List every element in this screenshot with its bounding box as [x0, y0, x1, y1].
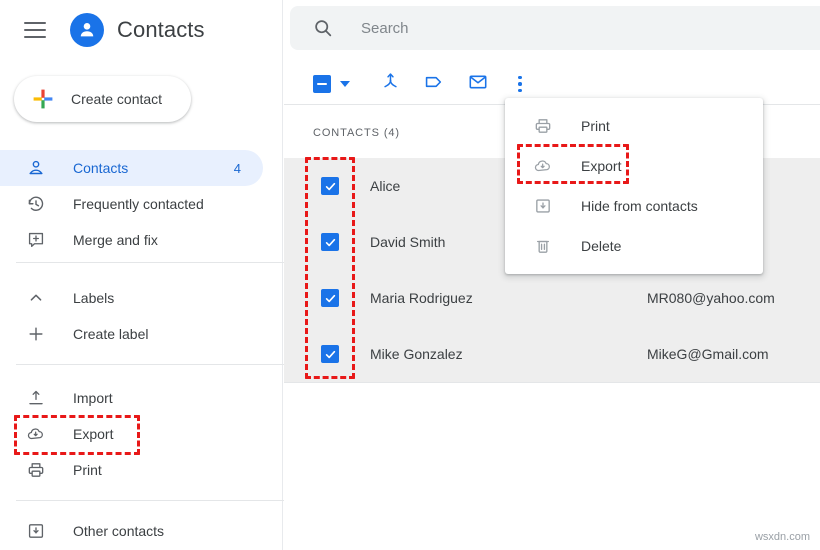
- hide-from-contacts-icon: [533, 196, 553, 216]
- sidebar-item-label: Import: [73, 390, 113, 406]
- sidebar-item-label: Print: [73, 462, 102, 478]
- menu-item-label: Print: [581, 118, 610, 134]
- menu-item-label: Delete: [581, 238, 621, 254]
- menu-item-print[interactable]: Print: [505, 106, 763, 146]
- send-email-button[interactable]: [467, 71, 489, 98]
- import-upload-icon: [26, 388, 46, 408]
- export-cloud-download-icon: [533, 156, 553, 176]
- sidebar-item-contacts[interactable]: Contacts 4: [0, 150, 263, 186]
- sidebar-group-tools: Import Export: [0, 380, 283, 488]
- row-checkbox-checked[interactable]: [321, 177, 339, 195]
- more-actions-menu: Print Export Hide from c: [505, 98, 763, 274]
- row-checkbox-checked[interactable]: [321, 345, 339, 363]
- list-bottom-divider: [284, 382, 820, 383]
- table-row[interactable]: Mike Gonzalez MikeG@Gmail.com: [284, 326, 820, 382]
- sidebar-item-label: Labels: [73, 290, 114, 306]
- select-all-checkbox[interactable]: [313, 75, 331, 93]
- contacts-count-badge: 4: [234, 161, 241, 176]
- hamburger-menu-icon[interactable]: [22, 17, 48, 43]
- indeterminate-checkbox-icon: [313, 75, 331, 93]
- printer-icon: [26, 460, 46, 480]
- sidebar: Contacts Create contact: [0, 0, 283, 550]
- sidebar-item-merge-and-fix[interactable]: Merge and fix: [0, 222, 263, 258]
- menu-item-label: Export: [581, 158, 621, 174]
- search-placeholder: Search: [361, 20, 409, 37]
- contact-email: MR080@yahoo.com: [647, 290, 775, 306]
- sidebar-header: Contacts: [0, 0, 282, 60]
- sidebar-item-create-label[interactable]: Create label: [0, 316, 263, 352]
- email-envelope-icon: [467, 71, 489, 98]
- export-cloud-download-icon: [26, 424, 46, 444]
- chevron-up-icon: [26, 288, 46, 308]
- printer-icon: [533, 116, 553, 136]
- sidebar-group-other: Other contacts: [0, 513, 283, 549]
- more-vertical-icon[interactable]: [511, 74, 529, 94]
- contact-name: Alice: [370, 178, 400, 194]
- menu-item-export[interactable]: Export: [505, 146, 763, 186]
- contact-name: David Smith: [370, 234, 445, 250]
- main-content: Search: [284, 0, 820, 550]
- manage-labels-button[interactable]: [423, 71, 445, 98]
- sidebar-divider-1: [16, 262, 299, 263]
- other-contacts-icon: [26, 521, 46, 541]
- merge-button[interactable]: [380, 71, 401, 97]
- sidebar-item-frequently-contacted[interactable]: Frequently contacted: [0, 186, 263, 222]
- menu-item-delete[interactable]: Delete: [505, 226, 763, 266]
- sidebar-item-import[interactable]: Import: [0, 380, 263, 416]
- sidebar-group-main: Contacts 4 Frequently contacted: [0, 150, 283, 258]
- sidebar-item-labels[interactable]: Labels: [0, 280, 263, 316]
- search-icon: [312, 17, 334, 39]
- menu-item-hide-from-contacts[interactable]: Hide from contacts: [505, 186, 763, 226]
- plus-icon: [31, 87, 55, 111]
- sidebar-item-print[interactable]: Print: [0, 452, 263, 488]
- sidebar-item-export[interactable]: Export: [0, 416, 263, 452]
- sidebar-item-label: Contacts: [73, 160, 128, 176]
- page-title: Contacts: [117, 17, 205, 43]
- create-contact-label: Create contact: [71, 91, 162, 107]
- sidebar-divider-3: [16, 500, 299, 501]
- sidebar-item-label: Merge and fix: [73, 232, 158, 248]
- plus-thin-icon: [26, 324, 46, 344]
- sidebar-item-label: Export: [73, 426, 113, 442]
- contact-name: Mike Gonzalez: [370, 346, 463, 362]
- sidebar-divider-2: [16, 364, 299, 365]
- menu-item-label: Hide from contacts: [581, 198, 698, 214]
- contact-name: Maria Rodriguez: [370, 290, 473, 306]
- trash-delete-icon: [533, 236, 553, 256]
- sidebar-item-label: Other contacts: [73, 523, 164, 539]
- merge-fix-icon: [26, 230, 46, 250]
- sidebar-item-label: Frequently contacted: [73, 196, 204, 212]
- sidebar-item-other-contacts[interactable]: Other contacts: [0, 513, 263, 549]
- person-icon: [26, 158, 46, 178]
- contacts-app-window: Contacts Create contact: [0, 0, 820, 550]
- table-row[interactable]: Maria Rodriguez MR080@yahoo.com: [284, 270, 820, 326]
- sidebar-group-labels: Labels Create label: [0, 280, 283, 352]
- label-tag-icon: [423, 71, 445, 98]
- row-checkbox-checked[interactable]: [321, 289, 339, 307]
- contacts-person-logo-icon: [70, 13, 104, 47]
- watermark: wsxdn.com: [755, 531, 810, 543]
- search-input[interactable]: Search: [290, 6, 820, 50]
- row-checkbox-checked[interactable]: [321, 233, 339, 251]
- sidebar-item-label: Create label: [73, 326, 149, 342]
- history-clock-icon: [26, 194, 46, 214]
- create-contact-button[interactable]: Create contact: [14, 76, 191, 122]
- contacts-list-header: CONTACTS (4): [313, 127, 400, 139]
- chevron-down-icon[interactable]: [340, 81, 350, 87]
- merge-icon: [380, 71, 401, 97]
- contact-email: MikeG@Gmail.com: [647, 346, 769, 362]
